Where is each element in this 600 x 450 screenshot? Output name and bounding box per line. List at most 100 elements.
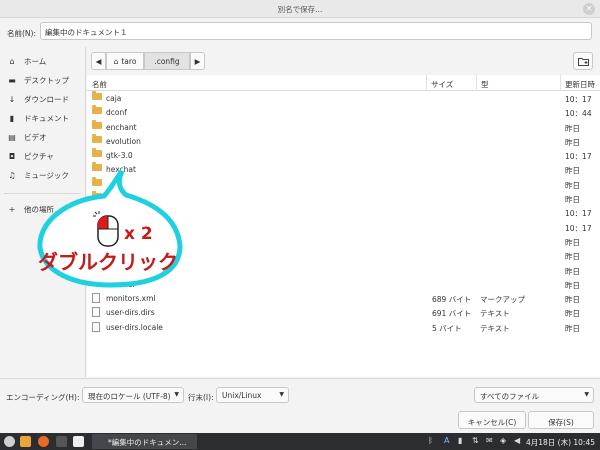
path-forward-button[interactable]: ▶ — [190, 52, 205, 70]
file-row[interactable]: caja 10：17 — [87, 91, 600, 105]
file-row[interactable]: 10：17 — [87, 220, 600, 234]
battery-icon[interactable]: ▮ — [458, 436, 462, 445]
file-row[interactable]: hexchat 昨日 — [87, 162, 600, 176]
folder-icon — [92, 135, 102, 145]
file-name: enchant — [106, 122, 137, 132]
file-modified: 昨日 — [565, 252, 580, 262]
file-filter-value: すべてのファイル — [480, 392, 540, 401]
folder-icon — [92, 164, 102, 173]
taskbar-task-editor[interactable]: *編集中のドキュメン... — [92, 434, 197, 449]
firefox-icon[interactable] — [38, 436, 49, 447]
folder-icon[interactable] — [20, 436, 31, 447]
line-ending-label: 行末(I): — [188, 393, 214, 402]
sidebar-item-other-locations[interactable]: + 他の場所 — [0, 200, 85, 219]
file-name: caja — [106, 94, 122, 103]
file-row[interactable]: xviewer 昨日 — [87, 277, 600, 291]
line-ending-select[interactable]: Unix/Linux ▼ — [216, 387, 289, 403]
file-filter-select[interactable]: すべてのファイル ▼ — [474, 387, 594, 403]
folder-icon — [92, 150, 102, 159]
sidebar-item-downloads[interactable]: ↓ ダウンロード — [0, 90, 85, 109]
home-icon: ⌂ — [113, 56, 119, 66]
file-size: 691 バイト — [432, 309, 472, 319]
file-icon — [92, 307, 100, 319]
column-header-size[interactable]: サイズ — [426, 75, 478, 91]
file-type: テキスト — [480, 323, 510, 333]
file-modified: 昨日 — [565, 266, 580, 276]
sidebar-item-documents[interactable]: ▮ ドキュメント — [0, 109, 85, 128]
file-modified: 昨日 — [565, 195, 580, 205]
file-name: dconf — [106, 108, 127, 118]
sidebar-item-videos[interactable]: ▤ ビデオ — [0, 128, 85, 147]
file-row[interactable]: 昨日 — [87, 234, 600, 248]
save-button[interactable]: 保存(S) — [528, 411, 594, 429]
text-editor-icon[interactable] — [73, 436, 84, 447]
folder-icon — [92, 93, 102, 102]
path-segment-current[interactable]: .config — [144, 52, 190, 70]
column-header-name[interactable]: 名前 — [92, 79, 107, 90]
plus-icon: + — [8, 205, 16, 214]
folder-icon — [92, 121, 102, 131]
new-folder-icon — [577, 57, 589, 66]
file-rows: caja 10：17 dconf 10：44 enchant 昨日 evolution 昨日 g… — [87, 91, 600, 334]
file-list-header: 名前 サイズ 型 更新日時 — [87, 75, 600, 91]
volume-icon[interactable]: ◀ — [514, 436, 520, 445]
sidebar-item-label: ダウンロード — [24, 95, 69, 104]
path-segment-home[interactable]: ⌂ taro — [106, 52, 144, 70]
terminal-icon[interactable] — [56, 436, 67, 447]
file-row[interactable]: user-dirs.dirs 691 バイト テキスト 昨日 — [87, 305, 600, 319]
document-icon: ▮ — [9, 114, 15, 123]
file-size: 689 バイト — [432, 295, 472, 305]
file-row[interactable]: 昨日 — [87, 177, 600, 191]
shield-icon[interactable]: ◈ — [500, 436, 506, 445]
network-icon[interactable]: ⇅ — [472, 436, 479, 445]
close-icon[interactable]: × — [583, 3, 595, 15]
sidebar-item-desktop[interactable]: ▬ デスクトップ — [0, 71, 85, 90]
file-row[interactable]: 昨日 — [87, 263, 600, 277]
sidebar-divider — [4, 193, 81, 194]
file-modified: 昨日 — [565, 295, 580, 305]
clock[interactable]: 4月18日 (木) 10:45 — [526, 437, 595, 448]
sidebar-item-music[interactable]: ♫ ミュージック — [0, 166, 85, 185]
window-title: 別名で保存... — [277, 5, 323, 14]
file-row[interactable]: dconf 10：44 — [87, 105, 600, 119]
music-icon: ♫ — [8, 171, 16, 180]
file-name: hexchat — [106, 165, 136, 175]
sidebar-item-home[interactable]: ⌂ ホーム — [0, 52, 85, 71]
file-row[interactable]: evolution 昨日 — [87, 134, 600, 148]
encoding-select[interactable]: 現在のロケール (UTF-8) ▼ — [82, 387, 184, 403]
file-row[interactable]: user-dirs.locale 5 バイト テキスト 昨日 — [87, 320, 600, 334]
home-icon: ⌂ — [9, 57, 15, 66]
file-row[interactable]: gtk-3.0 10：17 — [87, 148, 600, 162]
file-type: マークアップ — [480, 295, 525, 305]
input-method-indicator[interactable]: A — [444, 436, 449, 445]
file-modified: 昨日 — [565, 309, 580, 319]
file-list: 名前 サイズ 型 更新日時 caja 10：17 dconf 10：44 enchant… — [87, 75, 600, 377]
column-header-type[interactable]: 型 — [476, 75, 560, 91]
cancel-button[interactable]: キャンセル(C) — [458, 411, 526, 429]
sidebar-item-pictures[interactable]: ◘ ピクチャ — [0, 147, 85, 166]
bluetooth-icon[interactable]: ᛒ — [428, 436, 433, 445]
filename-input[interactable]: 編集中のドキュメント１ — [40, 22, 592, 40]
mail-icon[interactable]: ✉ — [486, 436, 493, 445]
folder-icon — [92, 250, 102, 259]
column-header-modified[interactable]: 更新日時 — [560, 75, 600, 91]
dropdown-arrow-icon: ▼ — [279, 391, 284, 398]
taskbar-task-label: *編集中のドキュメン... — [108, 438, 187, 447]
menu-icon[interactable] — [4, 436, 15, 447]
folder-icon — [92, 178, 102, 188]
path-back-button[interactable]: ◀ — [91, 52, 106, 70]
file-row[interactable]: 10：17 — [87, 205, 600, 219]
file-modified: 10：17 — [565, 152, 592, 162]
folder-icon — [92, 235, 102, 245]
file-row[interactable]: enchant 昨日 — [87, 120, 600, 134]
places-sidebar: ⌂ ホーム ▬ デスクトップ ↓ ダウンロード ▮ ドキュメント ▤ ビデオ ◘… — [0, 47, 86, 377]
file-row[interactable]: 昨日 — [87, 191, 600, 205]
file-modified: 10：17 — [565, 95, 592, 104]
file-row[interactable]: monitors.xml 689 バイト マークアップ 昨日 — [87, 291, 600, 305]
file-type: テキスト — [480, 309, 510, 319]
file-modified: 昨日 — [565, 280, 580, 290]
download-icon: ↓ — [8, 95, 16, 104]
new-folder-button[interactable] — [573, 52, 593, 70]
sidebar-item-label: 他の場所 — [24, 205, 54, 214]
file-row[interactable]: 昨日 — [87, 248, 600, 262]
